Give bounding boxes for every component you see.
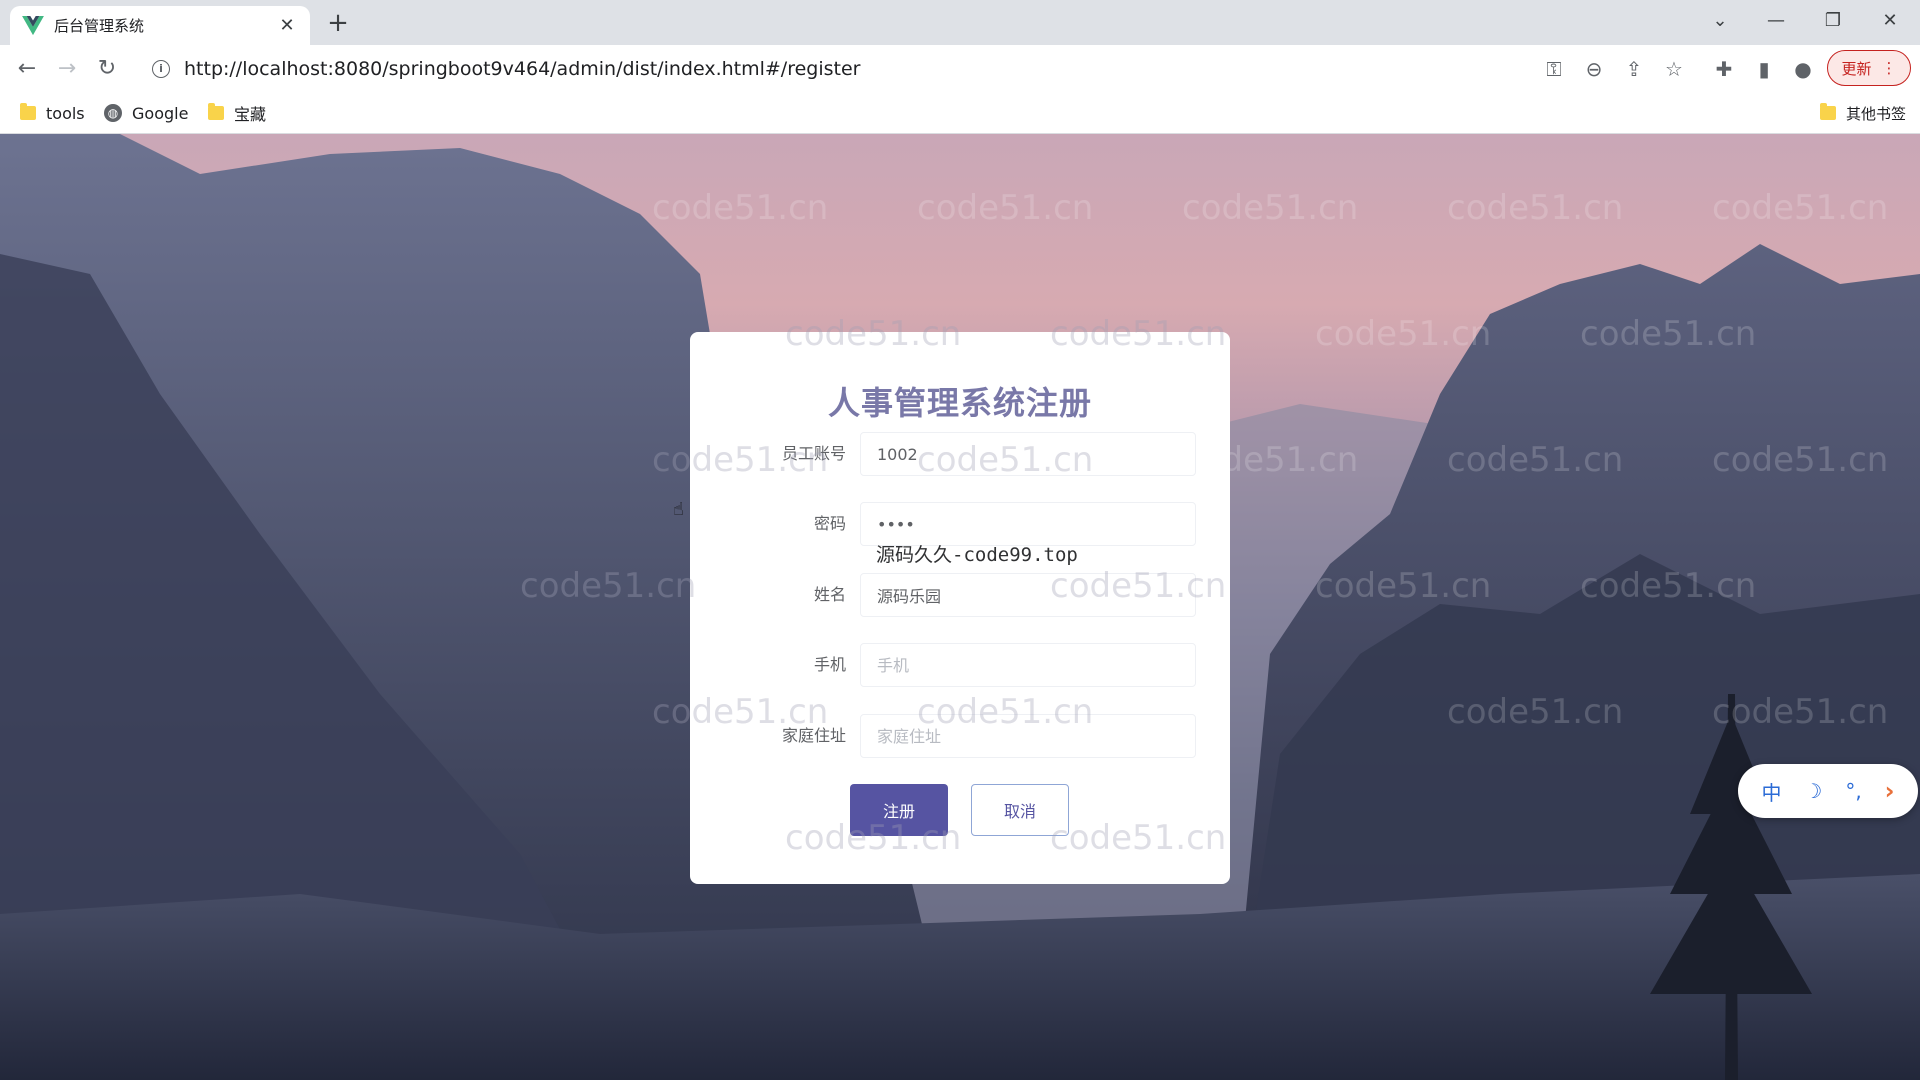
bookmark-google[interactable]: ◍ Google: [104, 101, 188, 125]
chevron-right-icon[interactable]: ›: [1885, 777, 1895, 805]
ime-toolbar[interactable]: 中 ☽ °, ›: [1738, 764, 1918, 818]
address-bar[interactable]: i http://localhost:8080/springboot9v464/…: [140, 51, 1520, 87]
field-label: 员工账号: [781, 444, 846, 463]
overlay-watermark-text: 源码久久-code99.top: [876, 544, 1078, 566]
field-label: 家庭住址: [781, 726, 846, 745]
register-button[interactable]: 注册: [850, 784, 948, 836]
register-title: 人事管理系统注册: [827, 384, 1092, 422]
key-icon[interactable]: ⚿: [1540, 55, 1568, 83]
punctuation-icon[interactable]: °,: [1845, 779, 1861, 803]
restore-button[interactable]: ❐: [1813, 6, 1853, 36]
share-icon[interactable]: ⇪: [1620, 55, 1648, 83]
employee-account-input[interactable]: [860, 432, 1196, 476]
phone-input[interactable]: [860, 643, 1196, 687]
bookmark-treasure[interactable]: 宝藏: [208, 101, 266, 125]
bookmark-other[interactable]: 其他书签: [1820, 101, 1906, 125]
site-info-icon[interactable]: i: [152, 60, 170, 78]
field-employee-account: 员工账号: [690, 432, 1230, 476]
menu-dots-icon[interactable]: ⋮: [1882, 59, 1897, 77]
bookmark-label: Google: [132, 103, 189, 123]
name-input[interactable]: [860, 573, 1196, 617]
bookmark-label: 宝藏: [234, 105, 267, 124]
update-button[interactable]: 更新 ⋮: [1827, 50, 1911, 86]
extensions-icon[interactable]: ✚: [1710, 55, 1738, 83]
zoom-out-icon[interactable]: ⊖: [1580, 55, 1608, 83]
close-window-button[interactable]: ✕: [1870, 6, 1910, 36]
close-tab-icon[interactable]: ✕: [276, 15, 298, 36]
bookmarks-bar: tools ◍ Google 宝藏 其他书签: [0, 92, 1920, 134]
folder-icon: [1820, 103, 1836, 120]
address-input[interactable]: [860, 714, 1196, 758]
minimize-button[interactable]: —: [1756, 6, 1796, 36]
tab-title: 后台管理系统: [54, 17, 145, 35]
back-arrow-icon[interactable]: ←: [12, 54, 42, 84]
update-label: 更新: [1841, 59, 1872, 78]
globe-icon: ◍: [104, 104, 122, 122]
bookmark-tools[interactable]: tools: [20, 101, 85, 125]
field-phone: 手机: [690, 643, 1230, 687]
sidepanel-icon[interactable]: ▮: [1750, 55, 1778, 83]
field-label: 密码: [813, 514, 846, 533]
new-tab-button[interactable]: +: [324, 8, 352, 38]
bookmark-label: 其他书签: [1846, 104, 1907, 123]
reload-icon[interactable]: ↻: [92, 54, 122, 84]
field-address: 家庭住址: [690, 714, 1230, 758]
cancel-button[interactable]: 取消: [971, 784, 1069, 836]
ime-mode-label[interactable]: 中: [1761, 777, 1781, 806]
star-icon[interactable]: ☆: [1660, 55, 1688, 83]
tab-search-icon[interactable]: ⌄: [1700, 6, 1740, 36]
url-text: http://localhost:8080/springboot9v464/ad…: [184, 58, 861, 80]
forward-arrow-icon[interactable]: →: [52, 54, 82, 84]
vue-logo-icon: [22, 15, 44, 35]
moon-icon[interactable]: ☽: [1804, 779, 1822, 803]
browser-tab-bar: 后台管理系统 ✕ + ⌄ — ❐ ✕: [0, 0, 1920, 45]
register-card: 人事管理系统注册 员工账号 密码 源码久久-code99.top 姓名 手机 家…: [690, 332, 1230, 884]
browser-toolbar: ← → ↻ i http://localhost:8080/springboot…: [0, 45, 1920, 92]
folder-icon: [20, 103, 36, 120]
field-label: 姓名: [813, 585, 846, 604]
field-label: 手机: [813, 655, 846, 674]
field-name: 姓名: [690, 573, 1230, 617]
bookmark-label: tools: [46, 103, 85, 123]
profile-icon[interactable]: ●: [1789, 55, 1817, 83]
hand-cursor-icon: ☝: [673, 499, 684, 520]
folder-icon: [208, 103, 224, 120]
page-background: code51.cn code51.cn code51.cn code51.cn …: [0, 134, 1920, 1080]
browser-tab[interactable]: 后台管理系统 ✕: [10, 6, 310, 45]
